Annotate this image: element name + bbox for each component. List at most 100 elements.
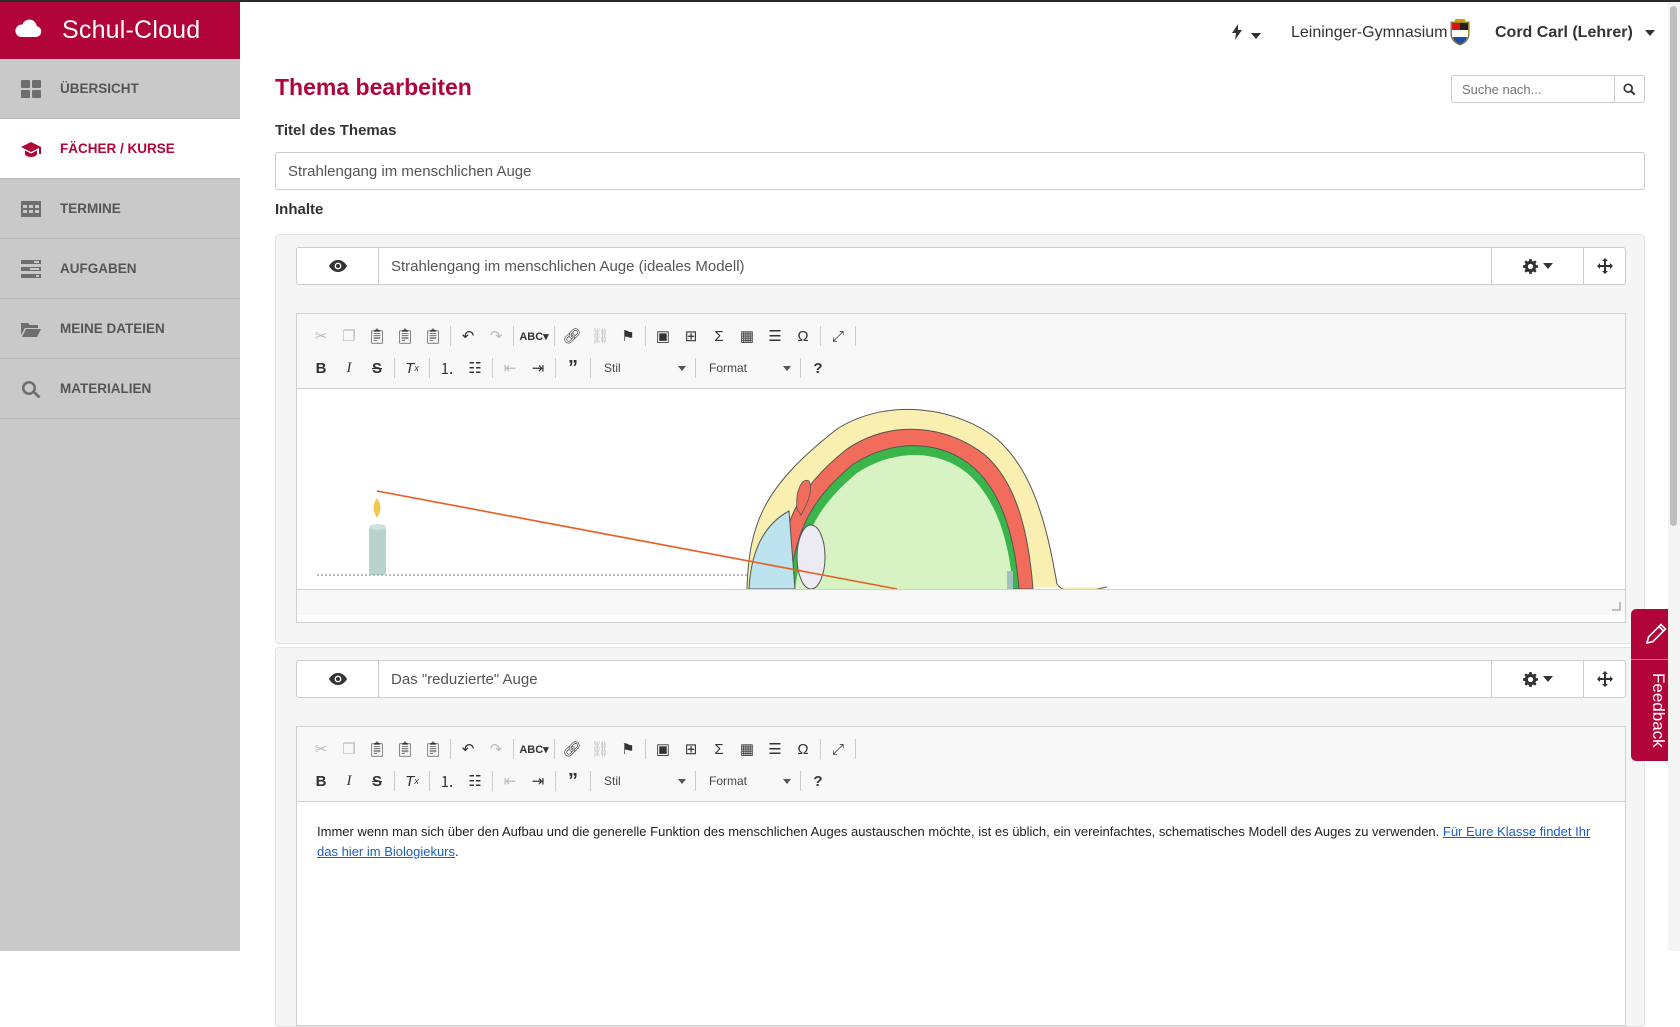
numbered-list-icon[interactable]: ⒈	[433, 355, 461, 381]
sidebar-item-aufgaben[interactable]: Aufgaben	[0, 239, 240, 299]
anchor-flag-icon[interactable]: ⚑	[614, 323, 642, 349]
spellcheck-icon[interactable]: ABC▾	[517, 736, 551, 762]
format-dropdown[interactable]: Format	[703, 356, 797, 380]
calendar-table-icon	[20, 199, 42, 219]
bulleted-list-icon[interactable]: ☷	[461, 355, 489, 381]
paste-icon[interactable]: 📋︎	[363, 736, 391, 762]
content-block-title-input[interactable]: Strahlengang im menschlichen Auge (ideal…	[379, 248, 1491, 284]
quick-menu-dropdown[interactable]	[1232, 24, 1261, 45]
drag-handle[interactable]	[1583, 248, 1625, 284]
image-icon[interactable]: ▣	[649, 736, 677, 762]
anchor-flag-icon[interactable]: ⚑	[614, 736, 642, 762]
maximize-icon[interactable]: ⤢	[824, 323, 852, 349]
sidebar-item-meine-dateien[interactable]: Meine Dateien	[0, 299, 240, 359]
brand-header[interactable]: Schul-Cloud	[0, 2, 240, 59]
undo-icon[interactable]: ↶	[454, 736, 482, 762]
search-input[interactable]	[1452, 76, 1614, 102]
paste-text-icon[interactable]: 📋︎	[391, 736, 419, 762]
math-sigma-icon[interactable]: Σ	[705, 736, 733, 762]
rich-text-editor: ✂ ❐ 📋︎ 📋︎ 📋︎ ↶ ↷ ABC▾ 🔗︎ ⛓︎ ⚑ ▣ ⊞ Σ ▦ ☰ …	[296, 313, 1626, 623]
topic-title-input[interactable]: Strahlengang im menschlichen Auge	[275, 152, 1645, 190]
user-menu[interactable]: Cord Carl (Lehrer)	[1495, 24, 1656, 42]
maximize-icon[interactable]: ⤢	[824, 736, 852, 762]
resize-handle[interactable]	[1612, 602, 1621, 611]
style-dropdown[interactable]: Stil	[598, 769, 692, 793]
search-box	[1451, 75, 1645, 103]
sidebar-item-faecher-kurse[interactable]: Fächer / Kurse	[0, 119, 240, 179]
sidebar-item-termine[interactable]: Termine	[0, 179, 240, 239]
paste-text-icon[interactable]: 📋︎	[391, 323, 419, 349]
italic-icon[interactable]: I	[335, 768, 363, 794]
redo-icon[interactable]: ↷	[482, 323, 510, 349]
help-icon[interactable]: ?	[804, 355, 832, 381]
blockquote-icon[interactable]: ”	[559, 355, 587, 381]
indent-icon[interactable]: ⇥	[524, 355, 552, 381]
copy-icon[interactable]: ❐	[335, 323, 363, 349]
cut-icon[interactable]: ✂	[307, 323, 335, 349]
block-settings-dropdown[interactable]	[1491, 661, 1583, 697]
bold-icon[interactable]: B	[307, 768, 335, 794]
link-icon[interactable]: 🔗︎	[558, 323, 586, 349]
undo-icon[interactable]: ↶	[454, 323, 482, 349]
style-dropdown[interactable]: Stil	[598, 356, 692, 380]
visibility-toggle-button[interactable]	[297, 248, 379, 284]
cut-icon[interactable]: ✂	[307, 736, 335, 762]
remove-format-icon[interactable]: Tx	[398, 355, 426, 381]
visibility-toggle-button[interactable]	[297, 661, 379, 697]
unlink-icon[interactable]: ⛓︎	[586, 736, 614, 762]
remove-format-icon[interactable]: Tx	[398, 768, 426, 794]
chevron-down-icon	[1542, 676, 1553, 682]
table-icon[interactable]: ▦	[733, 736, 761, 762]
outdent-icon[interactable]: ⇤	[496, 355, 524, 381]
special-char-omega-icon[interactable]: Ω	[789, 323, 817, 349]
link-icon[interactable]: 🔗︎	[558, 736, 586, 762]
image-icon[interactable]: ▣	[649, 323, 677, 349]
horizontal-line-icon[interactable]: ☰	[761, 323, 789, 349]
indent-icon[interactable]: ⇥	[524, 768, 552, 794]
insert-media-icon[interactable]: ⊞	[677, 323, 705, 349]
blockquote-icon[interactable]: ”	[559, 768, 587, 794]
spellcheck-icon[interactable]: ABC▾	[517, 323, 551, 349]
numbered-list-icon[interactable]: ⒈	[433, 768, 461, 794]
outdent-icon[interactable]: ⇤	[496, 768, 524, 794]
drag-handle[interactable]	[1583, 661, 1625, 697]
strikethrough-icon[interactable]: S	[363, 768, 391, 794]
table-icon[interactable]: ▦	[733, 323, 761, 349]
paste-word-icon[interactable]: 📋︎	[419, 323, 447, 349]
bulleted-list-icon[interactable]: ☷	[461, 768, 489, 794]
content-block-title: Strahlengang im menschlichen Auge (ideal…	[391, 257, 745, 275]
gear-icon	[1522, 671, 1538, 687]
paste-icon[interactable]: 📋︎	[363, 323, 391, 349]
format-dropdown[interactable]: Format	[703, 769, 797, 793]
chevron-down-icon	[678, 778, 686, 784]
block-settings-dropdown[interactable]	[1491, 248, 1583, 284]
app-title: Schul-Cloud	[62, 16, 201, 44]
help-icon[interactable]: ?	[804, 768, 832, 794]
sidebar-item-uebersicht[interactable]: Übersicht	[0, 59, 240, 119]
insert-media-icon[interactable]: ⊞	[677, 736, 705, 762]
format-dropdown-label: Format	[709, 774, 748, 788]
editor-content[interactable]: Immer wenn man sich über den Aufbau und …	[297, 802, 1625, 882]
editor-content[interactable]	[297, 389, 1625, 589]
sidebar-item-label: Materialien	[60, 381, 152, 396]
special-char-omega-icon[interactable]: Ω	[789, 736, 817, 762]
gear-icon	[1522, 258, 1538, 274]
eye-diagram-image[interactable]	[297, 389, 1625, 589]
move-arrows-icon	[1596, 258, 1613, 274]
rich-text-editor: ✂ ❐ 📋︎ 📋︎ 📋︎ ↶ ↷ ABC▾ 🔗︎ ⛓︎ ⚑ ▣ ⊞ Σ ▦ ☰ …	[296, 726, 1626, 1026]
horizontal-line-icon[interactable]: ☰	[761, 736, 789, 762]
bold-icon[interactable]: B	[307, 355, 335, 381]
math-sigma-icon[interactable]: Σ	[705, 323, 733, 349]
italic-icon[interactable]: I	[335, 355, 363, 381]
search-button[interactable]	[1614, 76, 1644, 102]
page-scrollbar[interactable]	[1668, 2, 1680, 951]
paste-word-icon[interactable]: 📋︎	[419, 736, 447, 762]
bolt-icon	[1232, 24, 1247, 44]
unlink-icon[interactable]: ⛓︎	[586, 323, 614, 349]
redo-icon[interactable]: ↷	[482, 736, 510, 762]
content-block-title-input[interactable]: Das "reduzierte" Auge	[379, 661, 1491, 697]
sidebar-item-materialien[interactable]: Materialien	[0, 359, 240, 419]
copy-icon[interactable]: ❐	[335, 736, 363, 762]
scrollbar-thumb[interactable]	[1670, 6, 1677, 526]
strikethrough-icon[interactable]: S	[363, 355, 391, 381]
